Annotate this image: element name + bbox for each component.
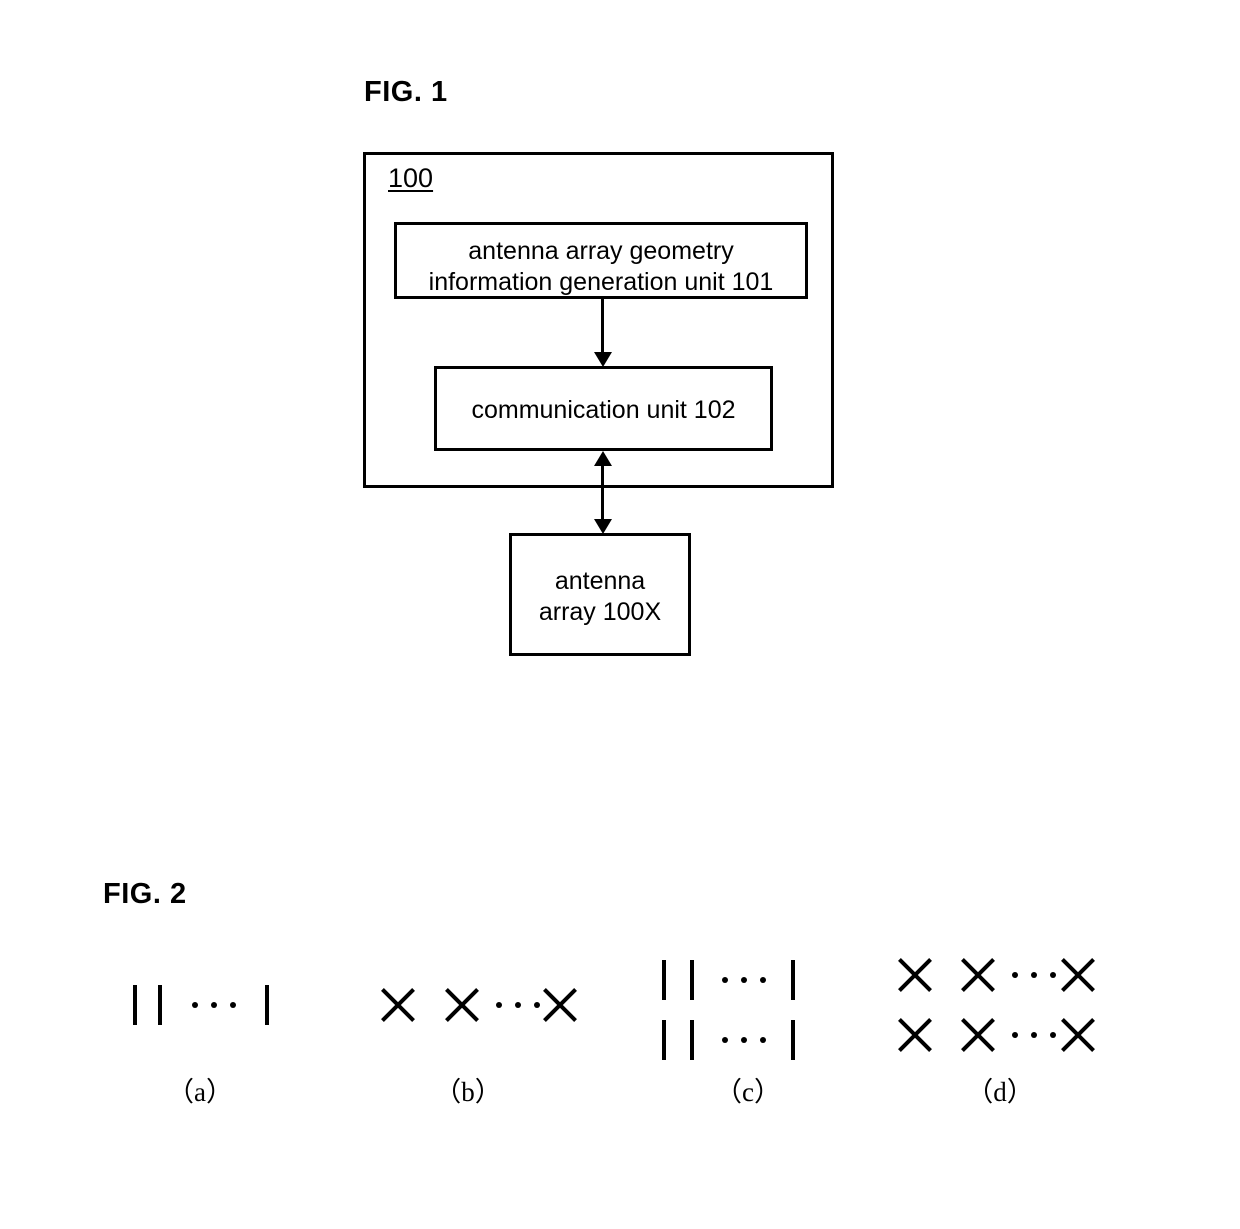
arrow-communication-to-antenna-head-up xyxy=(594,451,612,466)
antenna-element-bar xyxy=(690,1020,694,1060)
ellipsis-icon xyxy=(192,1002,236,1008)
antenna-element-bar xyxy=(265,985,269,1025)
patent-figure-sheet: FIG. 1 100 antenna array geometry inform… xyxy=(0,0,1240,1229)
arrow-geometry-to-communication-head xyxy=(594,352,612,367)
apparatus-reference-number: 100 xyxy=(388,163,434,193)
antenna-element-bar xyxy=(158,985,162,1025)
geometry-information-generation-unit-label: antenna array geometry information gener… xyxy=(428,237,774,296)
antenna-element-bar xyxy=(690,960,694,1000)
panel-b-label: （b） xyxy=(434,1077,502,1107)
antenna-element-cross xyxy=(893,1013,937,1057)
antenna-element-bar xyxy=(791,960,795,1000)
antenna-element-cross xyxy=(893,953,937,997)
antenna-element-cross xyxy=(440,983,484,1027)
antenna-element-cross xyxy=(1056,1013,1100,1057)
figure-1-title: FIG. 1 xyxy=(364,76,448,108)
antenna-element-cross xyxy=(1056,953,1100,997)
geometry-information-generation-unit-box: antenna array geometry information gener… xyxy=(394,222,808,299)
communication-unit-label: communication unit 102 xyxy=(471,396,736,424)
antenna-array-label: antenna array 100X xyxy=(538,567,662,626)
antenna-element-cross xyxy=(376,983,420,1027)
ellipsis-icon xyxy=(722,977,766,983)
antenna-array-box: antenna array 100X xyxy=(509,533,691,656)
communication-unit-box: communication unit 102 xyxy=(434,366,773,451)
antenna-element-bar xyxy=(133,985,137,1025)
figure-2-title: FIG. 2 xyxy=(103,878,187,910)
arrow-communication-to-antenna-head-down xyxy=(594,519,612,534)
antenna-element-bar xyxy=(662,1020,666,1060)
ellipsis-icon xyxy=(1012,972,1056,978)
arrow-geometry-to-communication-shaft xyxy=(601,299,604,354)
antenna-element-cross xyxy=(956,953,1000,997)
ellipsis-icon xyxy=(496,1002,540,1008)
antenna-element-cross xyxy=(538,983,582,1027)
ellipsis-icon xyxy=(1012,1032,1056,1038)
panel-d-label: （d） xyxy=(966,1077,1034,1107)
ellipsis-icon xyxy=(722,1037,766,1043)
antenna-element-bar xyxy=(662,960,666,1000)
antenna-element-cross xyxy=(956,1013,1000,1057)
panel-c-label: （c） xyxy=(715,1077,781,1107)
panel-a-label: （a） xyxy=(167,1077,233,1107)
antenna-element-bar xyxy=(791,1020,795,1060)
